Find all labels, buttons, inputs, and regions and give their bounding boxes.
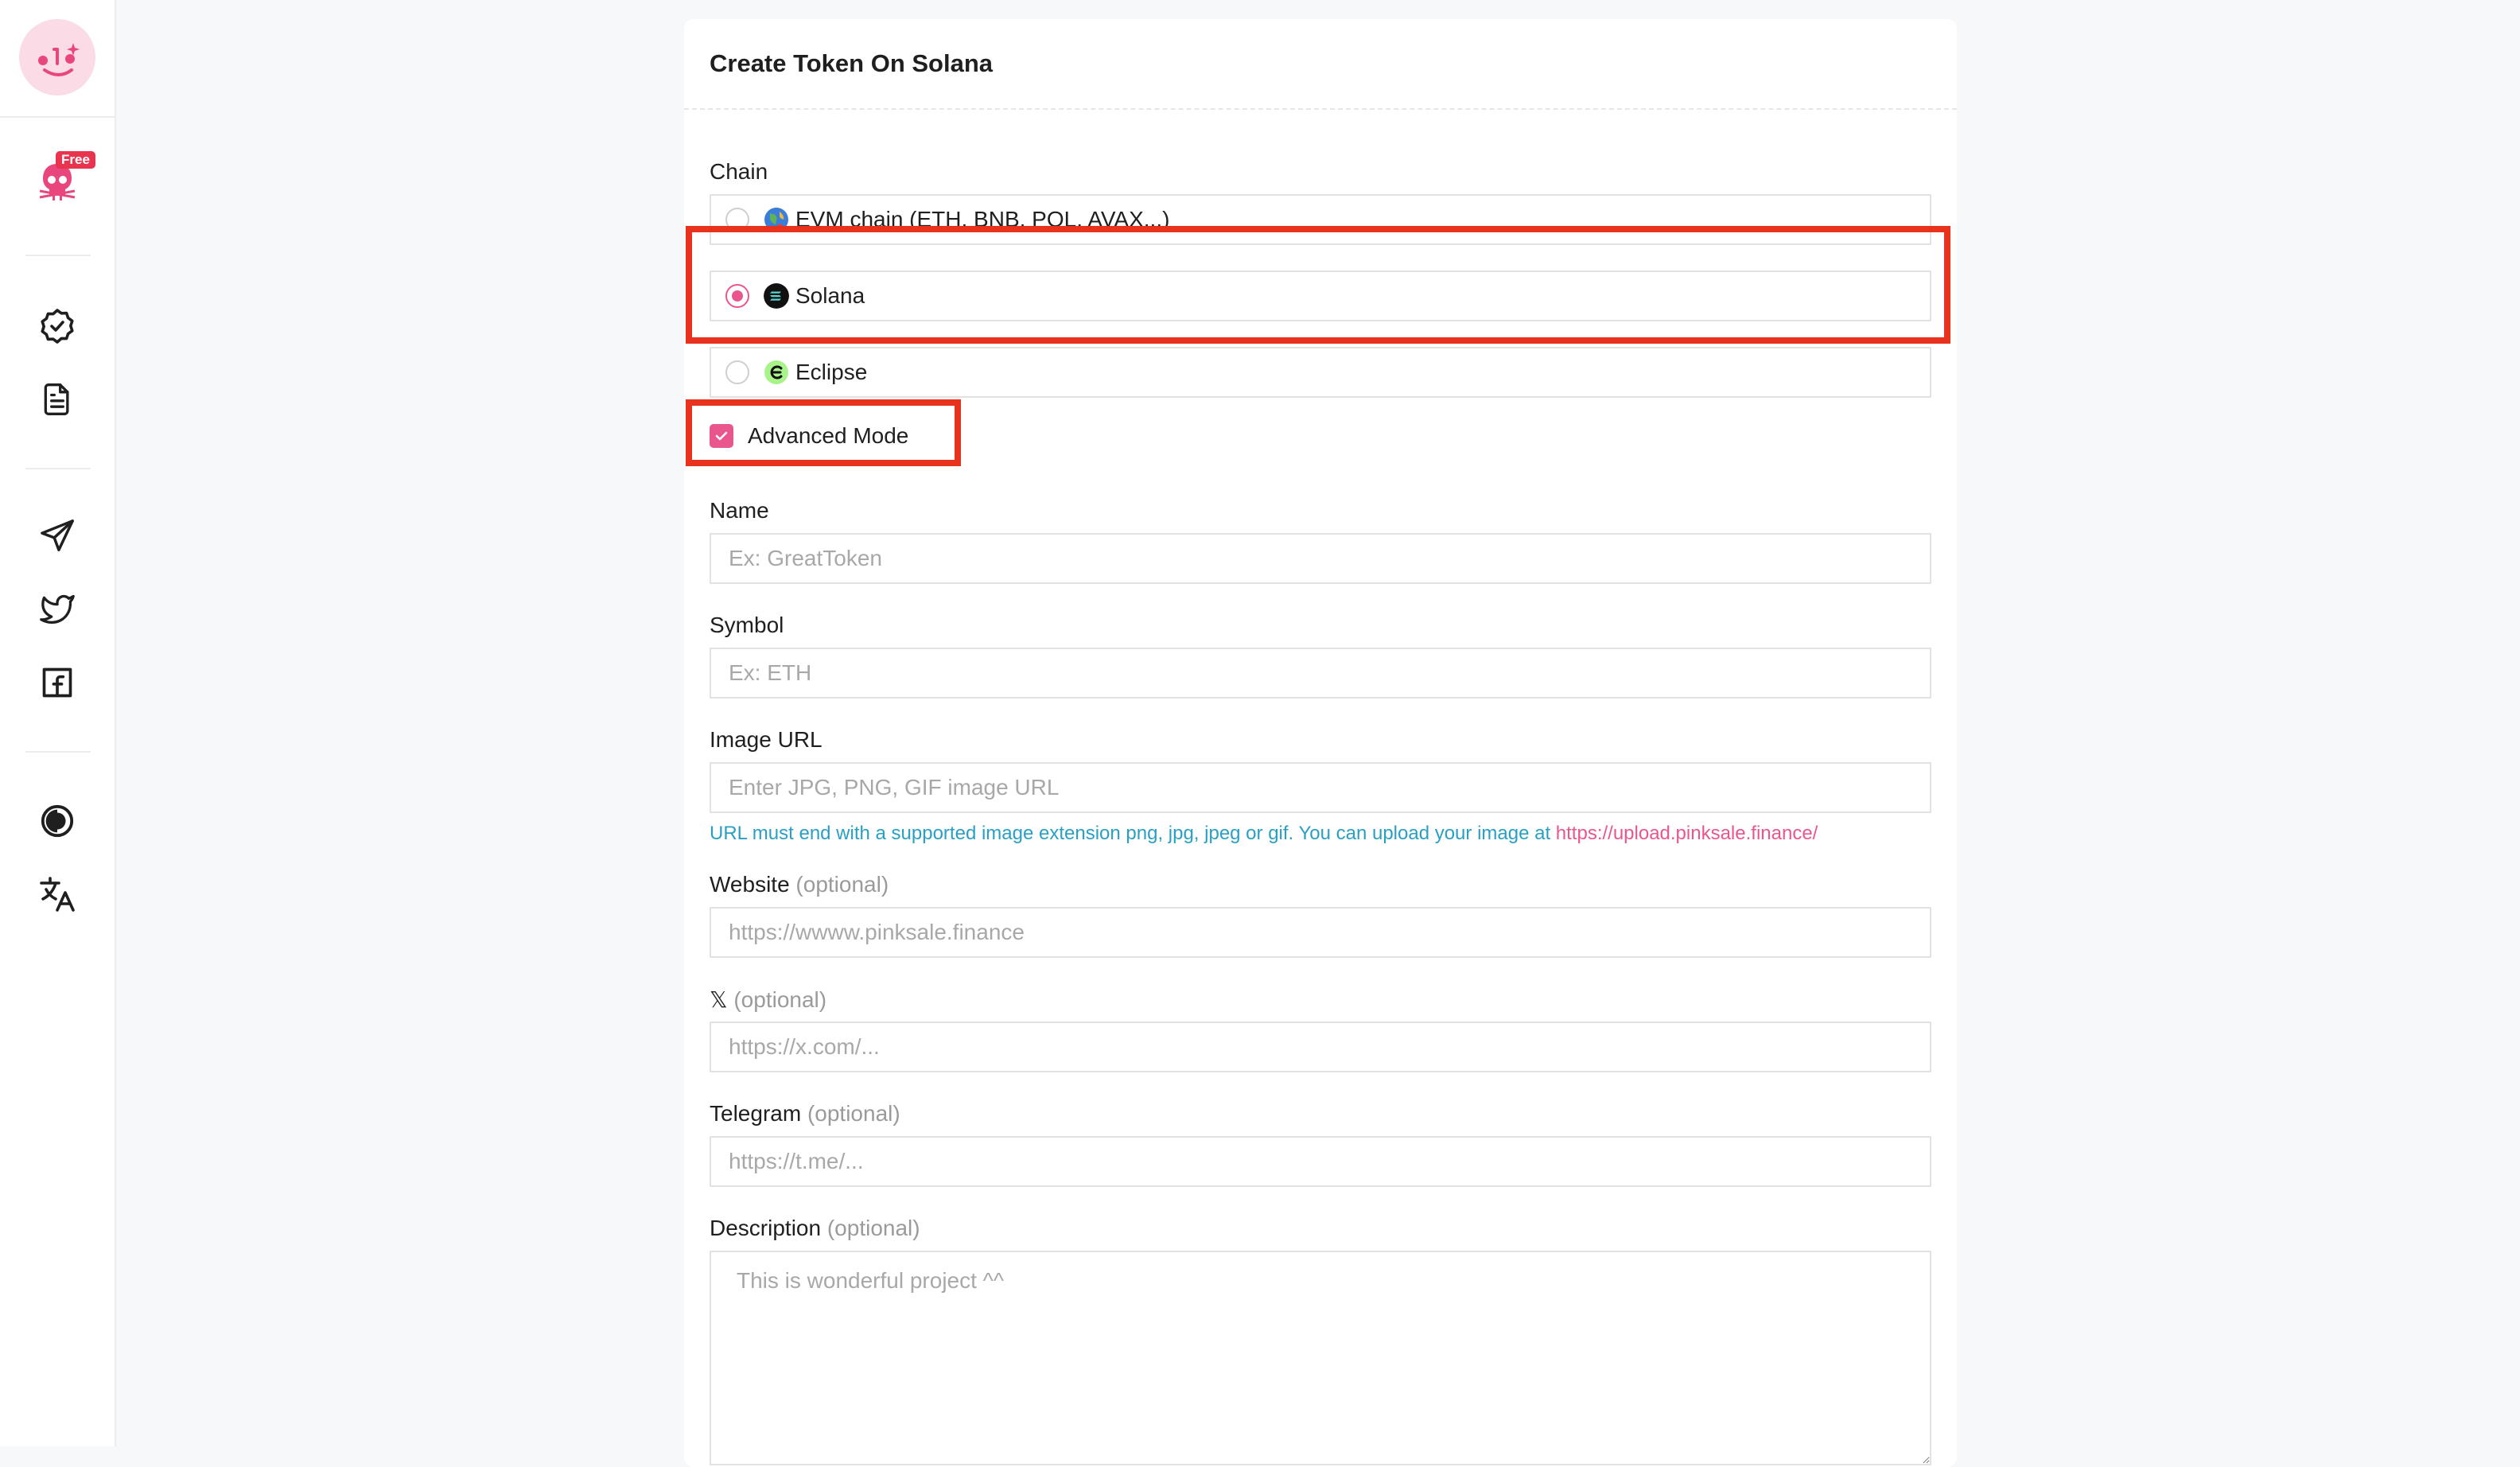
sidebar-divider: [0, 116, 115, 118]
sidebar-divider: [25, 255, 91, 256]
chain-option-label: EVM chain (ETH, BNB, POL, AVAX...): [795, 207, 1170, 232]
chain-option-solana[interactable]: Solana: [710, 270, 1931, 321]
description-textarea[interactable]: [710, 1251, 1931, 1465]
optional-tag: (optional): [826, 1216, 920, 1240]
telegram-label: Telegram (optional): [710, 1101, 900, 1127]
radio-eclipse[interactable]: [725, 360, 749, 384]
verified-badge-icon[interactable]: [32, 301, 83, 352]
x-label: 𝕏 (optional): [710, 986, 826, 1013]
symbol-input[interactable]: [710, 648, 1931, 698]
image-url-hint-text: URL must end with a supported image exte…: [710, 823, 1556, 844]
translate-icon[interactable]: [32, 869, 83, 920]
advanced-mode-label: Advanced Mode: [748, 423, 909, 448]
sidebar: Free: [0, 0, 116, 1446]
chain-option-eclipse[interactable]: Eclipse: [710, 347, 1931, 398]
image-url-hint: URL must end with a supported image exte…: [710, 823, 1818, 845]
eclipse-logo-icon: [764, 360, 788, 384]
card-header: Create Token On Solana: [684, 19, 1957, 110]
create-token-card: Create Token On Solana Chain EVM chain (…: [684, 19, 1957, 1467]
checkmark-icon: [715, 431, 728, 441]
website-label-text: Website: [710, 872, 790, 897]
twitter-icon[interactable]: [32, 584, 83, 635]
chain-option-evm[interactable]: EVM chain (ETH, BNB, POL, AVAX...): [710, 194, 1931, 245]
document-icon[interactable]: [32, 374, 83, 425]
page-title: Create Token On Solana: [710, 49, 994, 77]
logo-icon[interactable]: [19, 19, 95, 95]
chain-option-label: Eclipse: [795, 360, 868, 384]
free-badge: Free: [56, 151, 95, 169]
upload-link[interactable]: https://upload.pinksale.finance/: [1556, 823, 1818, 844]
advanced-mode-checkbox[interactable]: [710, 424, 733, 448]
advanced-mode-toggle[interactable]: Advanced Mode: [710, 423, 908, 449]
sidebar-divider: [25, 751, 91, 753]
name-input[interactable]: [710, 533, 1931, 584]
radio-solana[interactable]: [725, 284, 749, 308]
chain-option-label: Solana: [795, 283, 865, 308]
x-input[interactable]: [710, 1021, 1931, 1072]
sidebar-divider: [25, 468, 91, 469]
website-label: Website (optional): [710, 872, 889, 897]
description-label: Description (optional): [710, 1216, 920, 1241]
optional-tag: (optional): [733, 987, 827, 1012]
image-url-label: Image URL: [710, 727, 822, 752]
theme-toggle-icon[interactable]: [32, 796, 83, 846]
optional-tag: (optional): [807, 1101, 900, 1126]
evm-globe-icon: [764, 208, 788, 232]
telegram-icon[interactable]: [32, 511, 83, 562]
symbol-label: Symbol: [710, 613, 784, 637]
radio-evm[interactable]: [725, 208, 749, 232]
image-url-input[interactable]: [710, 762, 1931, 813]
name-label: Name: [710, 498, 769, 523]
description-label-text: Description: [710, 1216, 822, 1240]
chain-label: Chain: [710, 159, 768, 184]
telegram-label-text: Telegram: [710, 1101, 802, 1126]
x-label-text: 𝕏: [710, 987, 728, 1012]
solana-logo-icon: [764, 283, 789, 309]
facebook-icon[interactable]: [32, 657, 83, 708]
optional-tag: (optional): [795, 872, 889, 897]
website-input[interactable]: [710, 907, 1931, 958]
telegram-input[interactable]: [710, 1136, 1931, 1187]
